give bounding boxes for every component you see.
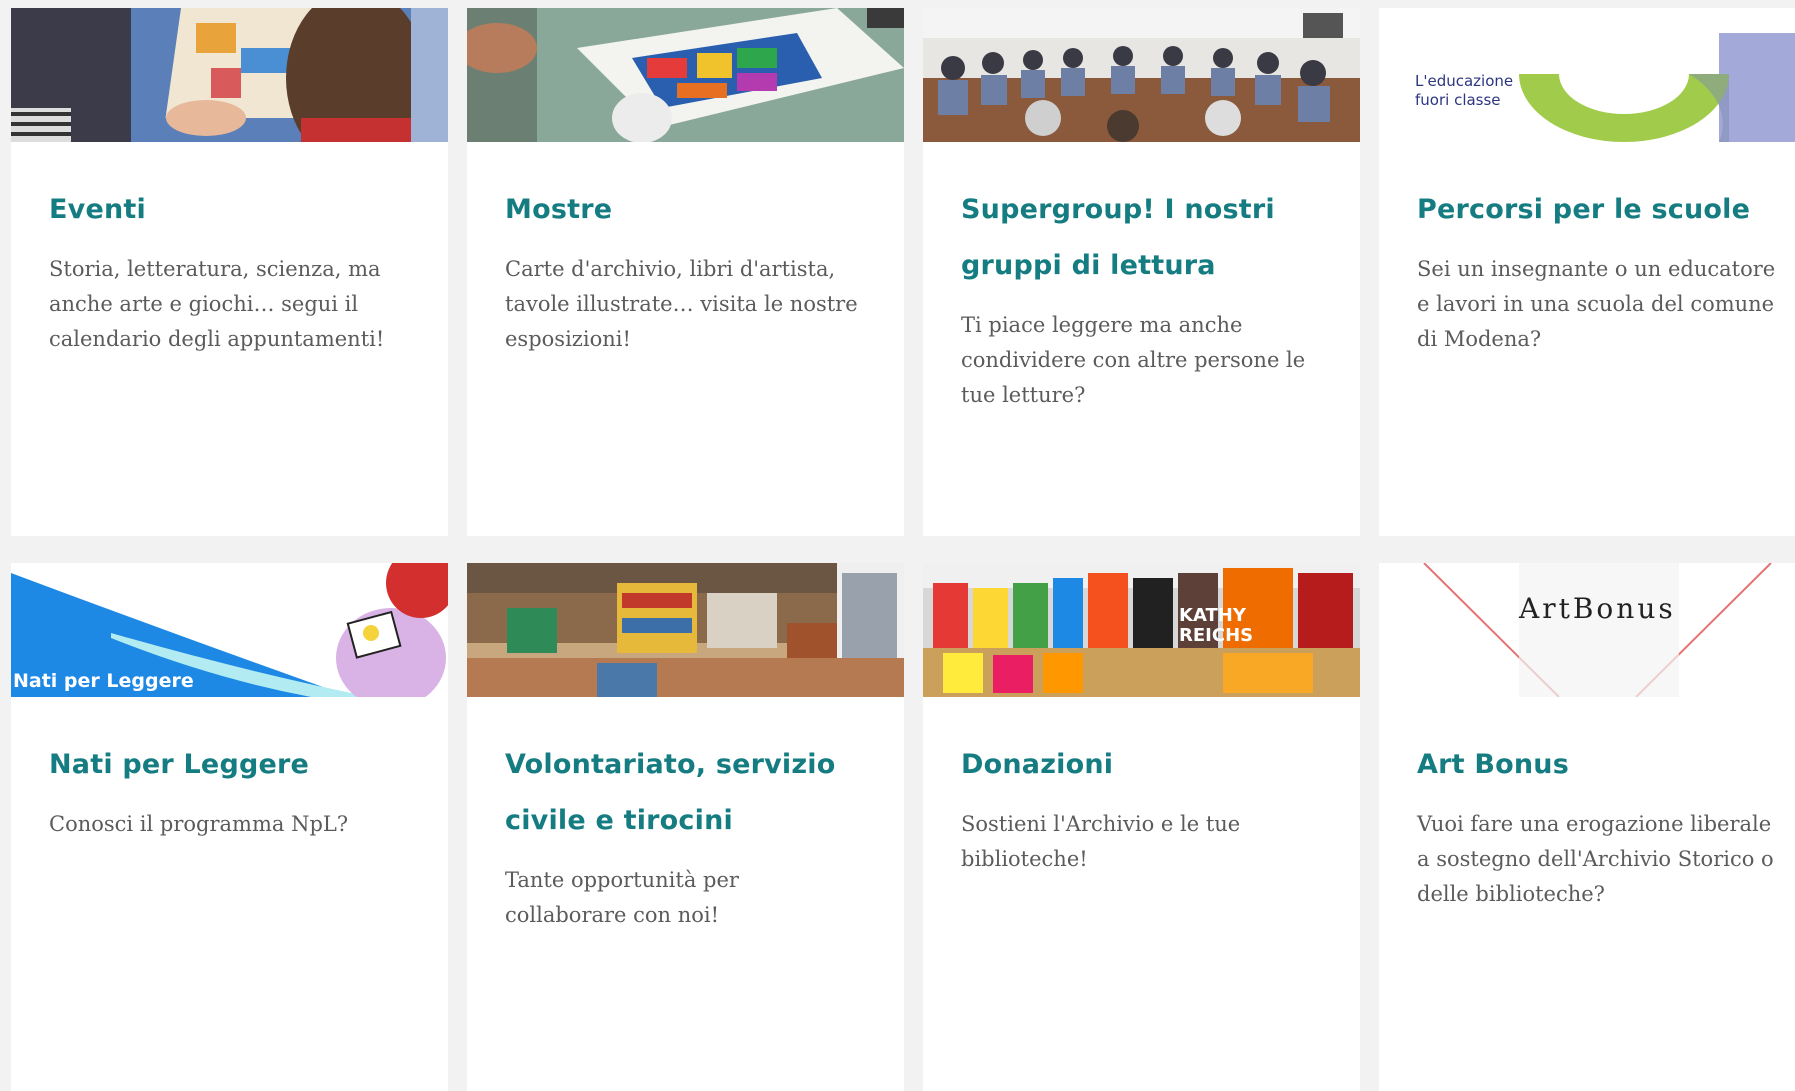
image-text: Nati per Leggere <box>13 670 194 692</box>
card-image-nati-per-leggere[interactable]: Nati per Leggere <box>11 563 448 697</box>
card-description: Tante opportunità per collaborare con no… <box>505 868 739 927</box>
card-image-mostre[interactable] <box>467 8 904 142</box>
image-text-line2: fuori classe <box>1415 91 1501 109</box>
card-volontariato[interactable]: Volontariato, servizio civile e tirocini… <box>467 563 904 1091</box>
card-description: Sei un insegnante o un educatore e lavor… <box>1417 257 1776 351</box>
card-image-percorsi-scuole[interactable]: L'educazione fuori classe <box>1379 8 1795 142</box>
card-description: Vuoi fare una erogazione liberale a sost… <box>1417 812 1774 906</box>
card-eventi[interactable]: Eventi Storia, letteratura, scienza, ma … <box>11 8 448 536</box>
card-description: Sostieni l'Archivio e le tue biblioteche… <box>961 812 1241 871</box>
card-title[interactable]: Mostre <box>505 182 866 238</box>
image-text-line1: L'educazione <box>1415 72 1513 90</box>
card-image-eventi[interactable] <box>11 8 448 142</box>
card-image-donazioni[interactable]: KATHY REICHS <box>923 563 1360 697</box>
card-title[interactable]: Art Bonus <box>1417 737 1778 793</box>
card-description: Conosci il programma NpL? <box>49 812 349 836</box>
card-title[interactable]: Percorsi per le scuole <box>1417 182 1778 238</box>
card-description: Ti piace leggere ma anche condividere co… <box>961 313 1306 407</box>
card-image-volontariato[interactable] <box>467 563 904 697</box>
card-description: Carte d'archivio, libri d'artista, tavol… <box>505 257 858 351</box>
card-description: Storia, letteratura, scienza, ma anche a… <box>49 257 385 351</box>
card-art-bonus[interactable]: ArtBonus Art Bonus Vuoi fare una erogazi… <box>1379 563 1795 1091</box>
card-title[interactable]: Supergroup! I nostri gruppi di lettura <box>961 182 1322 294</box>
image-text-line1: KATHY <box>1179 605 1247 626</box>
card-image-art-bonus[interactable]: ArtBonus <box>1379 563 1795 697</box>
card-mostre[interactable]: Mostre Carte d'archivio, libri d'artista… <box>467 8 904 536</box>
card-nati-per-leggere[interactable]: Nati per Leggere Nati per Leggere Conosc… <box>11 563 448 1091</box>
card-supergroup[interactable]: Supergroup! I nostri gruppi di lettura T… <box>923 8 1360 536</box>
card-title[interactable]: Volontariato, servizio civile e tirocini <box>505 737 866 849</box>
card-percorsi-scuole[interactable]: L'educazione fuori classe Percorsi per l… <box>1379 8 1795 536</box>
card-image-supergroup[interactable] <box>923 8 1360 142</box>
card-title[interactable]: Donazioni <box>961 737 1322 793</box>
cards-grid: Eventi Storia, letteratura, scienza, ma … <box>11 8 1795 1091</box>
image-text-line2: REICHS <box>1179 625 1253 646</box>
card-donazioni[interactable]: KATHY REICHS Donazioni Sostieni l'Archiv… <box>923 563 1360 1091</box>
image-text: ArtBonus <box>1518 592 1676 625</box>
card-title[interactable]: Eventi <box>49 182 410 238</box>
card-title[interactable]: Nati per Leggere <box>49 737 410 793</box>
